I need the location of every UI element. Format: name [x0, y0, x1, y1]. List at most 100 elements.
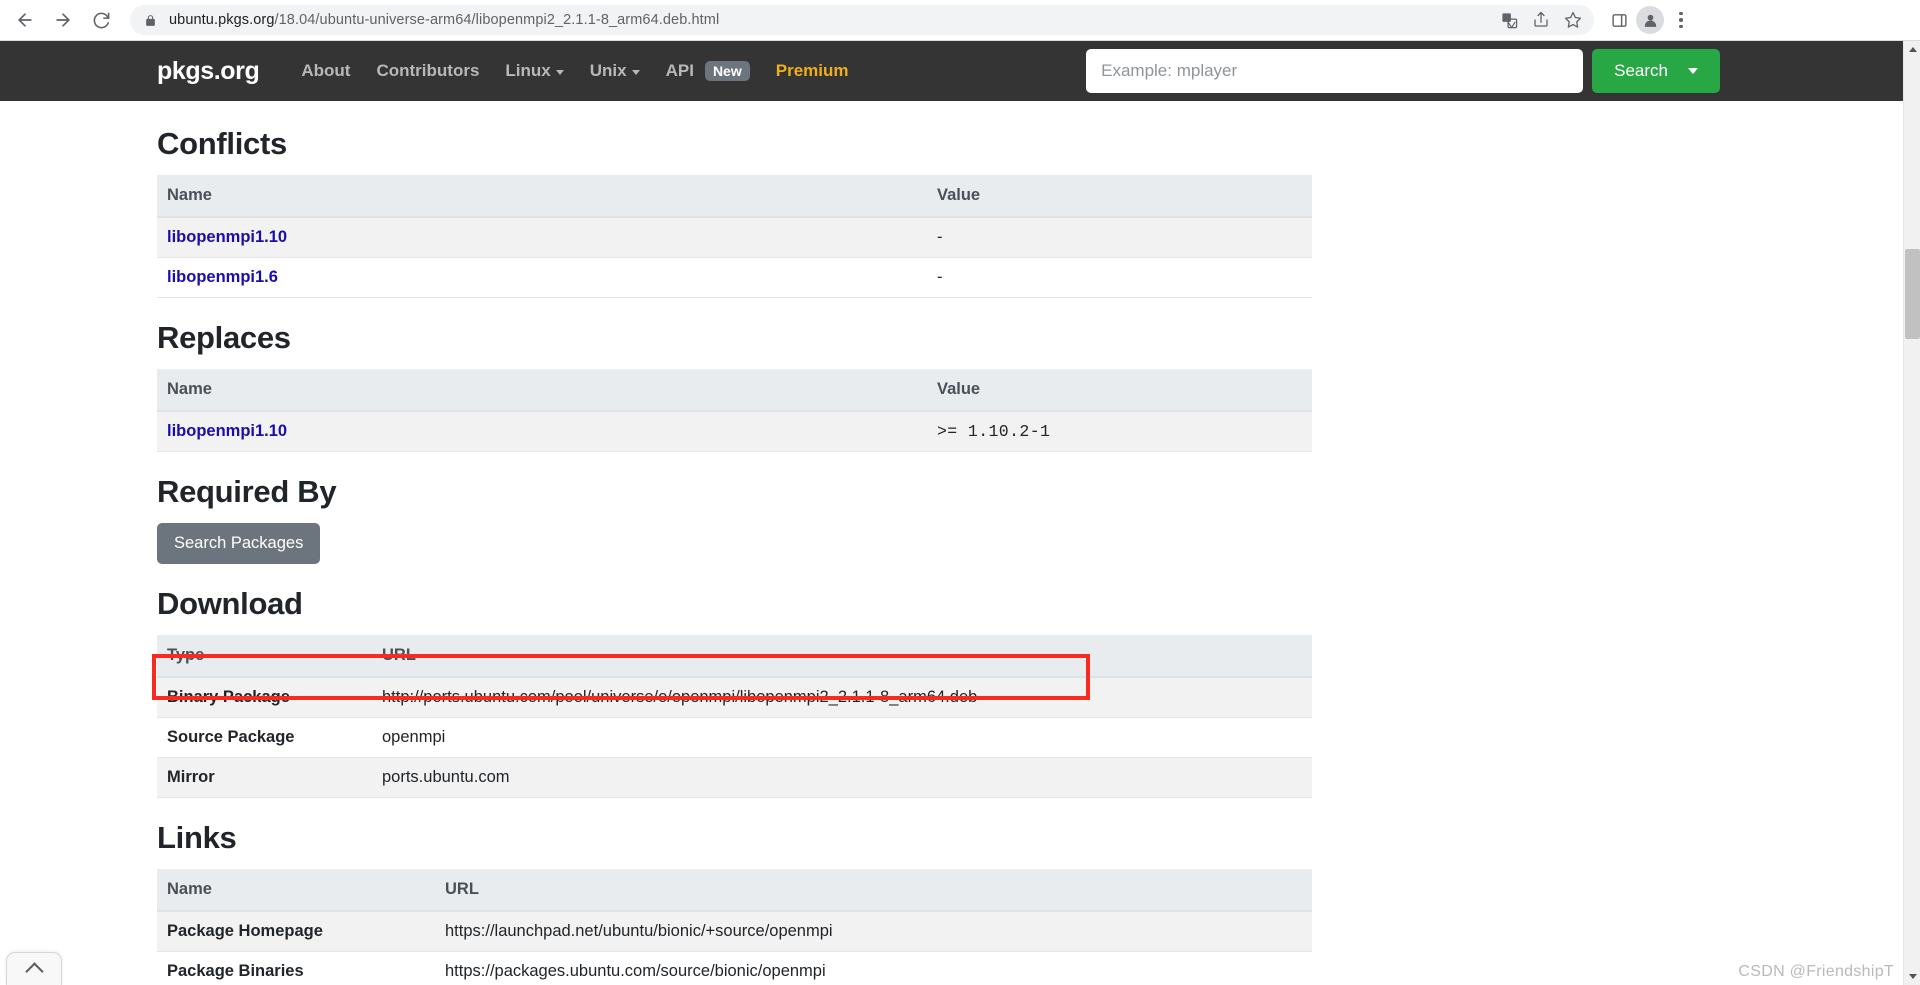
- col-header-value: Value: [927, 369, 1312, 412]
- share-icon[interactable]: [1526, 5, 1556, 35]
- link-url-cell: https://packages.ubuntu.com/source/bioni…: [435, 951, 1312, 985]
- table-row: Package Homepage https://launchpad.net/u…: [157, 911, 1312, 952]
- chevron-up-icon: [24, 961, 44, 981]
- conflict-value-cell: -: [927, 257, 1312, 298]
- nav-label-linux: Linux: [505, 61, 551, 80]
- nav-item-about[interactable]: About: [301, 61, 350, 81]
- conflict-name-cell: libopenmpi1.6: [157, 257, 927, 298]
- section-title-links: Links: [157, 820, 237, 855]
- star-icon[interactable]: [1558, 5, 1588, 35]
- omnibox-action-icons: G: [1494, 5, 1588, 35]
- chevron-down-icon: [1688, 68, 1698, 74]
- table-row: Package Binaries https://packages.ubuntu…: [157, 951, 1312, 985]
- triangle-down-icon: [1908, 974, 1917, 979]
- package-link[interactable]: libopenmpi1.10: [167, 228, 287, 246]
- search-button-label: Search: [1614, 61, 1668, 80]
- download-table: Type URL Binary Package http://ports.ubu…: [157, 635, 1312, 798]
- nav-item-linux[interactable]: Linux: [505, 61, 564, 81]
- search-packages-button[interactable]: Search Packages: [157, 523, 321, 564]
- nav-label-unix: Unix: [589, 61, 627, 80]
- forward-button[interactable]: [46, 3, 80, 37]
- col-header-url: URL: [435, 869, 1312, 912]
- nav-item-api[interactable]: API New: [666, 61, 750, 81]
- site-search-area: Search: [1086, 49, 1720, 93]
- table-header-row: Name URL: [157, 869, 1312, 912]
- table-row: libopenmpi1.6 -: [157, 257, 1312, 298]
- package-link[interactable]: libopenmpi1.10: [167, 422, 287, 440]
- package-link[interactable]: libopenmpi1.6: [167, 268, 278, 286]
- table-row: libopenmpi1.10 -: [157, 217, 1312, 258]
- lock-icon: [144, 14, 157, 27]
- link-name-cell: Package Binaries: [157, 951, 435, 985]
- nav-label-api: API: [665, 61, 694, 80]
- section-title-download: Download: [157, 586, 303, 621]
- site-navbar: pkgs.org About Contributors Linux Unix A…: [0, 41, 1904, 101]
- back-button[interactable]: [8, 3, 42, 37]
- downloads-expand-tab[interactable]: [6, 952, 62, 985]
- url-text: ubuntu.pkgs.org/18.04/ubuntu-universe-ar…: [169, 12, 719, 28]
- browser-toolbar: ubuntu.pkgs.org/18.04/ubuntu-universe-ar…: [0, 0, 1920, 41]
- profile-avatar[interactable]: [1636, 6, 1664, 34]
- scrollbar-up-arrow[interactable]: [1904, 41, 1920, 58]
- table-header-row: Name Value: [157, 175, 1312, 218]
- table-row-mirror: Mirror ports.ubuntu.com: [157, 757, 1312, 798]
- conflict-value-cell: -: [927, 217, 1312, 258]
- scrollbar-thumb[interactable]: [1905, 249, 1920, 339]
- download-url-cell: http://ports.ubuntu.com/pool/universe/o/…: [372, 677, 1312, 718]
- browser-right-icons: [1604, 3, 1702, 37]
- section-title-conflicts: Conflicts: [157, 126, 287, 161]
- replaces-value-cell: >= 1.10.2-1: [927, 411, 1312, 452]
- download-type-cell: Binary Package: [157, 677, 372, 718]
- download-url-cell: openmpi: [372, 717, 1312, 758]
- nav-label-premium: Premium: [775, 61, 849, 80]
- chevron-down-icon: [555, 70, 564, 75]
- page-content: Conflicts Name Value libopenmpi1.10 - li…: [0, 101, 1904, 985]
- scrollbar-down-arrow[interactable]: [1904, 968, 1920, 985]
- nav-label-contributors: Contributors: [376, 61, 480, 80]
- search-input[interactable]: [1086, 49, 1584, 93]
- section-title-replaces: Replaces: [157, 320, 291, 355]
- replaces-table: Name Value libopenmpi1.10 >= 1.10.2-1: [157, 369, 1312, 452]
- links-table: Name URL Package Homepage https://launch…: [157, 869, 1312, 985]
- watermark-text: CSDN @FriendshipT: [1738, 963, 1894, 980]
- page-viewport: pkgs.org About Contributors Linux Unix A…: [0, 41, 1920, 985]
- table-header-row: Type URL: [157, 635, 1312, 678]
- page-scrollbar[interactable]: [1903, 41, 1920, 985]
- download-type-cell: Source Package: [157, 717, 372, 758]
- table-row-binary-package: Binary Package http://ports.ubuntu.com/p…: [157, 677, 1312, 718]
- col-header-value: Value: [927, 175, 1312, 218]
- conflict-name-cell: libopenmpi1.10: [157, 217, 927, 258]
- triangle-up-icon: [1908, 47, 1917, 52]
- address-bar[interactable]: ubuntu.pkgs.org/18.04/ubuntu-universe-ar…: [130, 5, 1594, 35]
- url-path: /18.04/ubuntu-universe-arm64/libopenmpi2…: [274, 12, 720, 28]
- col-header-name: Name: [157, 175, 927, 218]
- translate-icon[interactable]: G: [1494, 5, 1524, 35]
- nav-item-unix[interactable]: Unix: [590, 61, 640, 81]
- col-header-url: URL: [372, 635, 1312, 678]
- table-row: libopenmpi1.10 >= 1.10.2-1: [157, 411, 1312, 452]
- download-url-cell: ports.ubuntu.com: [372, 757, 1312, 798]
- nav-item-contributors[interactable]: Contributors: [376, 61, 479, 81]
- col-header-name: Name: [157, 369, 927, 412]
- col-header-name: Name: [157, 869, 435, 912]
- nav-item-premium[interactable]: Premium: [776, 61, 849, 81]
- col-header-type: Type: [157, 635, 372, 678]
- chevron-down-icon: [631, 70, 640, 75]
- replaces-name-cell: libopenmpi1.10: [157, 411, 927, 452]
- table-header-row: Name Value: [157, 369, 1312, 412]
- table-row-source-package: Source Package openmpi: [157, 717, 1312, 758]
- download-type-cell: Mirror: [157, 757, 372, 798]
- link-name-cell: Package Homepage: [157, 911, 435, 952]
- site-brand-logo[interactable]: pkgs.org: [157, 57, 260, 86]
- link-url-cell: https://launchpad.net/ubuntu/bionic/+sou…: [435, 911, 1312, 952]
- search-button[interactable]: Search: [1592, 49, 1720, 93]
- kebab-menu-icon[interactable]: [1666, 3, 1696, 37]
- reload-button[interactable]: [84, 3, 118, 37]
- site-nav-links: About Contributors Linux Unix API New Pr…: [301, 61, 848, 81]
- conflicts-table: Name Value libopenmpi1.10 - libopenmpi1.…: [157, 175, 1312, 298]
- section-title-required-by: Required By: [157, 474, 337, 509]
- url-domain: ubuntu.pkgs.org: [169, 12, 275, 28]
- nav-label-about: About: [301, 61, 351, 80]
- side-panel-icon[interactable]: [1604, 5, 1634, 35]
- navigation-buttons: [0, 3, 118, 37]
